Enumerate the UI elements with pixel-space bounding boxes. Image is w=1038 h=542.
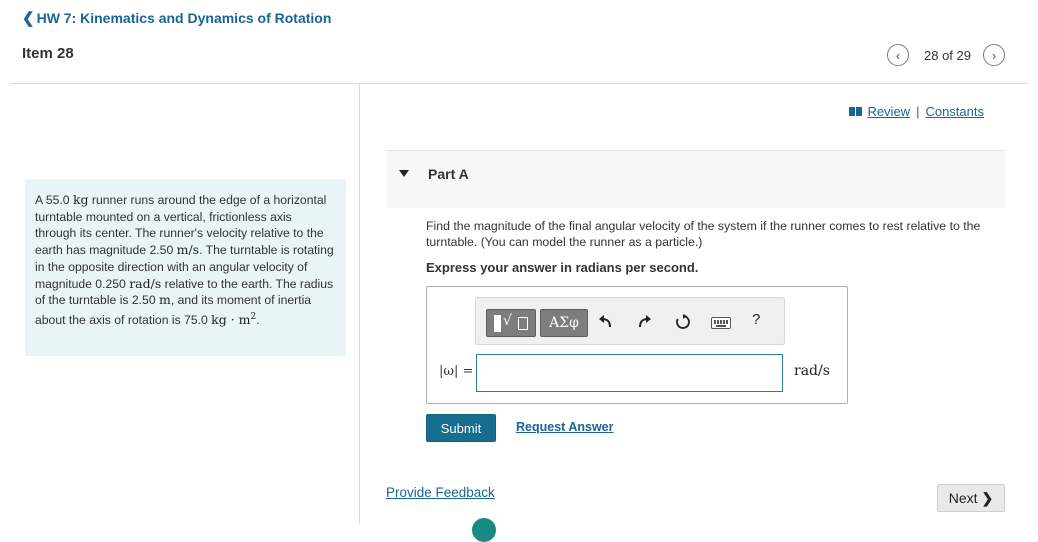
item-position-text: 28 of 29: [924, 47, 971, 63]
undo-icon[interactable]: [594, 311, 616, 333]
answer-variable-label: |ω| =: [439, 364, 474, 379]
constants-link[interactable]: Constants: [925, 104, 984, 119]
keyboard-icon[interactable]: [711, 317, 731, 329]
chevron-left-icon: ❮: [22, 9, 35, 27]
answer-entry-box: √ ΑΣφ ? |ω| = rad/s: [426, 286, 848, 404]
answer-instruction: Express your answer in radians per secon…: [426, 260, 699, 275]
equation-toolbar: √ ΑΣφ ?: [475, 297, 785, 345]
greek-symbols-button[interactable]: ΑΣφ: [540, 309, 588, 337]
collapse-triangle-icon: [399, 170, 409, 177]
help-widget-icon[interactable]: [472, 518, 496, 542]
request-answer-link[interactable]: Request Answer: [516, 420, 613, 434]
next-button[interactable]: Next ❯: [937, 484, 1005, 512]
next-item-button[interactable]: ›: [983, 44, 1005, 66]
problem-statement: A 55.0 kg runner runs around the edge of…: [25, 179, 346, 356]
previous-item-button[interactable]: ‹: [887, 44, 909, 66]
chevron-left-icon: ‹: [895, 47, 901, 63]
review-link[interactable]: Review: [867, 104, 910, 119]
template-box-icon: [518, 317, 528, 330]
part-a-header[interactable]: Part A: [386, 150, 1005, 208]
part-title: Part A: [428, 166, 469, 182]
book-icon: [849, 107, 863, 116]
redo-icon[interactable]: [634, 311, 656, 333]
assignment-title: HW 7: Kinematics and Dynamics of Rotatio…: [36, 10, 332, 26]
back-to-assignment-link[interactable]: ❮ HW 7: Kinematics and Dynamics of Rotat…: [22, 10, 331, 26]
chevron-right-icon: ❯: [981, 489, 994, 506]
template-block-icon: [494, 315, 501, 332]
answer-input[interactable]: [476, 354, 783, 392]
help-icon[interactable]: ?: [752, 311, 760, 328]
radical-icon: √: [503, 313, 512, 329]
templates-button[interactable]: √: [486, 309, 536, 337]
angular-velocity-unit: rad/s: [129, 275, 162, 291]
question-text: Find the magnitude of the final angular …: [426, 219, 981, 249]
chevron-right-icon: ›: [991, 47, 997, 63]
speed-unit: m/s: [176, 242, 200, 258]
mass-unit: kg: [72, 192, 89, 207]
item-pager: ‹ 28 of 29 ›: [887, 44, 1005, 66]
radius-unit: m: [159, 292, 171, 308]
reset-icon[interactable]: [672, 311, 694, 333]
link-separator: |: [916, 104, 920, 119]
inertia-unit: kg · m: [211, 311, 251, 327]
provide-feedback-link[interactable]: Provide Feedback: [386, 485, 495, 500]
header-divider: [10, 83, 1028, 84]
item-title: Item 28: [22, 45, 74, 62]
panel-divider: [359, 84, 360, 524]
answer-unit: rad/s: [794, 363, 830, 379]
submit-button[interactable]: Submit: [426, 414, 496, 442]
next-label: Next: [948, 489, 978, 506]
resource-links: Review | Constants: [849, 104, 984, 119]
